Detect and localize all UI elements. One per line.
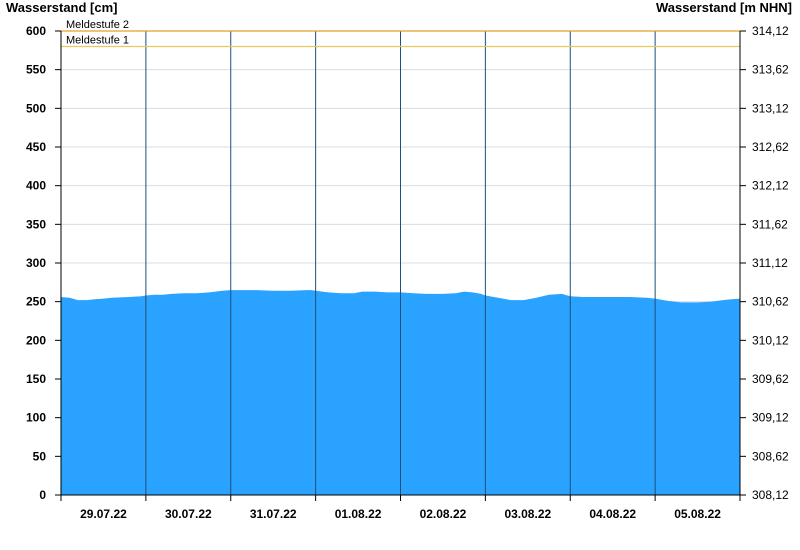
x-tick-label: 01.08.22 [335, 507, 382, 521]
x-tick-label: 31.07.22 [250, 507, 297, 521]
x-tick-label: 04.08.22 [589, 507, 636, 521]
y-tick-label: 0 [39, 488, 46, 502]
x-tick-label: 05.08.22 [674, 507, 721, 521]
y-right-tick-label: 309,62 [752, 372, 789, 386]
y-tick-label: 550 [26, 63, 46, 77]
threshold-label: Meldestufe 2 [66, 19, 129, 31]
x-tick-label: 29.07.22 [80, 507, 127, 521]
y-right-tick-label: 308,62 [752, 449, 789, 463]
y-tick-label: 250 [26, 295, 46, 309]
y-right-tick-label: 311,12 [752, 256, 788, 270]
y-tick-label: 400 [26, 179, 46, 193]
y-right-tick-label: 313,12 [752, 101, 789, 115]
y-right-tick-label: 311,62 [752, 217, 788, 231]
y-right-tick-label: 309,12 [752, 411, 789, 425]
x-tick-label: 03.08.22 [504, 507, 551, 521]
x-tick-label: 30.07.22 [165, 507, 212, 521]
y-tick-label: 50 [33, 449, 47, 463]
y-tick-label: 600 [26, 24, 46, 38]
y-tick-label: 350 [26, 217, 46, 231]
y-tick-label: 500 [26, 101, 46, 115]
threshold-label: Meldestufe 1 [66, 34, 129, 46]
y-right-tick-label: 310,12 [752, 333, 789, 347]
y-tick-label: 450 [26, 140, 46, 154]
y-right-tick-label: 310,62 [752, 295, 789, 309]
y-tick-label: 100 [26, 411, 46, 425]
x-axis-ticks: 29.07.22 30.07.22 31.07.22 01.08.22 02.08.22… [60, 495, 741, 521]
y-tick-label: 150 [26, 372, 46, 386]
y-axis-left-title: Wasserstand [cm] [6, 0, 118, 15]
y-right-tick-label: 313,62 [752, 63, 789, 77]
y-axis-right-ticks: 308,12 308,62 309,12 309,62 310,12 310,62 311,… [740, 24, 789, 502]
y-right-tick-label: 312,62 [752, 140, 789, 154]
y-right-tick-label: 308,12 [752, 488, 789, 502]
y-right-tick-label: 314,12 [752, 24, 789, 38]
y-axis-left-ticks: 0 50 100 150 200 250 300 350 400 450 500 550 600 [26, 24, 61, 502]
y-right-tick-label: 312,12 [752, 179, 789, 193]
x-tick-label: 02.08.22 [420, 507, 467, 521]
water-level-chart: Wasserstand [cm] Wasserstand [m NHN] Mel… [6, 0, 792, 521]
y-tick-label: 200 [26, 333, 46, 347]
y-tick-label: 300 [26, 256, 46, 270]
y-axis-right-title: Wasserstand [m NHN] [656, 0, 792, 15]
